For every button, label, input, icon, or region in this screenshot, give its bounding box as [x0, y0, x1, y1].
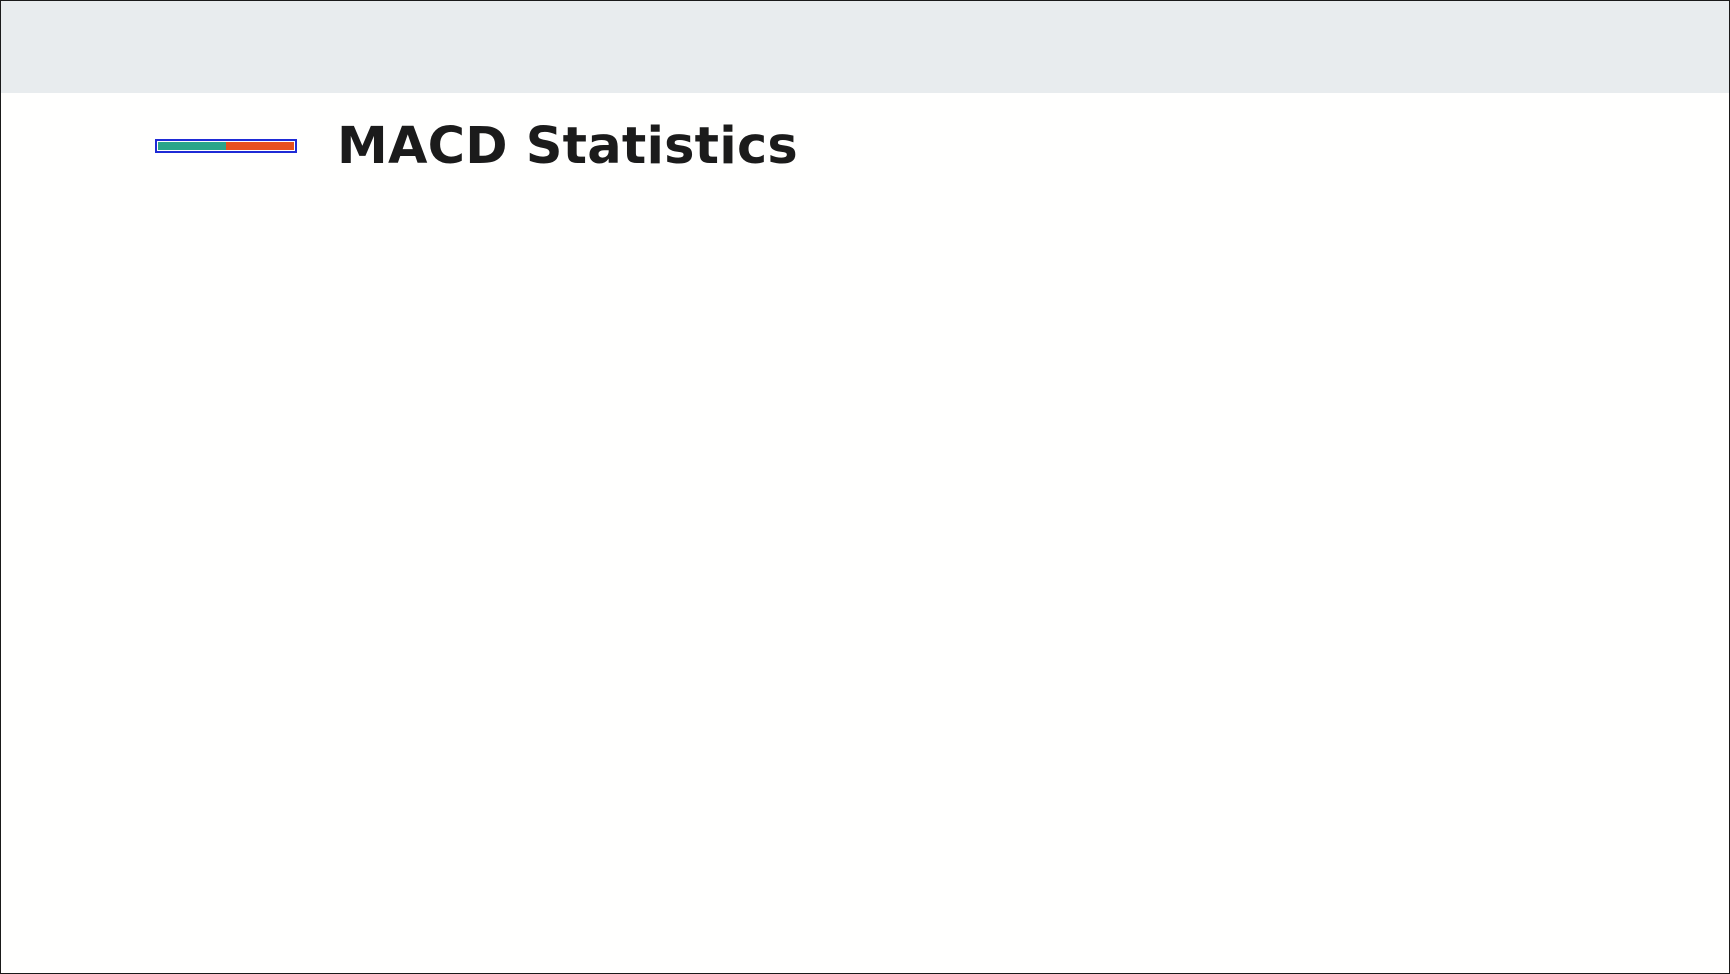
page-frame: MACD Statistics [0, 0, 1730, 974]
legend-segment-green [158, 142, 226, 150]
page-title: MACD Statistics [337, 116, 798, 176]
legend-bar-icon [155, 139, 297, 153]
section-heading: MACD Statistics [155, 111, 798, 181]
top-bar [1, 1, 1729, 93]
main-content [1, 93, 1729, 973]
legend-segment-orange [226, 142, 294, 150]
